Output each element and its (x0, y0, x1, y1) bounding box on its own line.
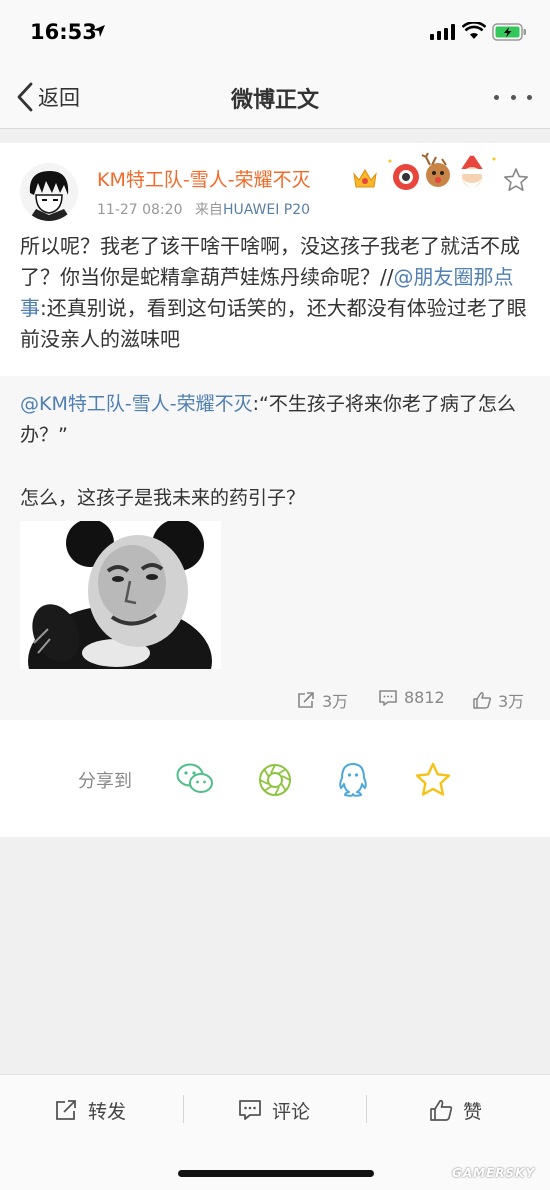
watermark-text: GAMERSKY (452, 1166, 536, 1180)
repost-icon (298, 692, 314, 708)
moments-icon[interactable] (257, 762, 293, 798)
post-text-part2: :还真别说，看到这句话笑的，还大都没有体验过老了眼前没亲人的滋味吧 (20, 296, 527, 351)
repost-button[interactable]: 转发 (54, 1095, 126, 1125)
share-label: 分享到 (78, 771, 132, 792)
repost-mention-link[interactable]: @KM特工队-雪人-荣耀不灭 (20, 393, 253, 415)
avatar[interactable] (20, 163, 78, 221)
more-dot-icon (510, 94, 516, 100)
thumbs-up-icon (473, 692, 492, 709)
favorite-share-icon[interactable] (415, 762, 451, 798)
favorite-star-icon[interactable] (503, 167, 529, 193)
location-arrow-icon (93, 25, 105, 37)
repost-count-stat[interactable]: 3万 (296, 688, 348, 712)
source-prefix: 来自 (194, 202, 223, 218)
comment-icon (239, 1100, 261, 1120)
christmas-badge-icon (388, 150, 496, 190)
comment-label: 评论 (272, 1100, 311, 1123)
more-dot-icon (494, 94, 499, 100)
status-time: 16:53 (30, 20, 97, 44)
repost-text: @KM特工队-雪人-荣耀不灭:“不生孩子将来你老了病了怎么办？” (20, 389, 532, 451)
repost-icon (56, 1100, 76, 1120)
bottom-toolbar: 转发 评论 赞 GAMERSKY (0, 1074, 550, 1190)
like-count-stat[interactable]: 3万 (472, 688, 524, 712)
status-bar: 16:53 (0, 0, 550, 66)
comment-count: 8812 (404, 688, 445, 707)
post-card: KM特工队-雪人-荣耀不灭 11-27 08:20 来自HUAWEI P20 所… (0, 143, 550, 720)
toolbar-divider (366, 1095, 367, 1123)
wechat-icon[interactable] (176, 762, 214, 796)
qq-icon[interactable] (337, 762, 369, 798)
stats-row: 3万 8812 3万 (0, 688, 550, 712)
repost-area[interactable]: @KM特工队-雪人-荣耀不灭:“不生孩子将来你老了病了怎么办？” 怎么，这孩子是… (0, 376, 550, 720)
more-dot-icon (527, 94, 532, 100)
comment-icon (379, 689, 397, 706)
share-row: 分享到 (0, 720, 550, 837)
repost-count: 3万 (322, 692, 349, 711)
thumbs-up-icon (430, 1099, 453, 1121)
like-count: 3万 (498, 692, 525, 711)
panda-meme-image (20, 521, 221, 669)
like-label: 赞 (463, 1100, 483, 1123)
cellular-signal-icon (430, 24, 455, 40)
battery-icon (492, 23, 526, 41)
like-button[interactable]: 赞 (429, 1095, 482, 1125)
avatar-image (20, 163, 78, 221)
vip-crown-icon (353, 169, 377, 188)
toolbar-divider (183, 1095, 184, 1123)
post-source: HUAWEI P20 (222, 202, 311, 218)
nav-bar: 返回 微博正文 (0, 66, 550, 129)
meme-image[interactable] (20, 521, 221, 669)
more-options-button[interactable] (494, 84, 532, 110)
username[interactable]: KM特工队-雪人-荣耀不灭 (97, 165, 311, 192)
comment-count-stat[interactable]: 8812 (378, 688, 445, 707)
post-meta: 11-27 08:20 来自HUAWEI P20 (97, 199, 310, 219)
comment-button[interactable]: 评论 (238, 1095, 310, 1125)
post-time: 11-27 08:20 (97, 202, 183, 218)
home-indicator[interactable] (178, 1170, 374, 1177)
wifi-icon (462, 22, 486, 39)
page-title: 微博正文 (230, 88, 319, 113)
repost-label: 转发 (88, 1100, 127, 1123)
repost-text-second: 怎么，这孩子是我未来的药引子？ (20, 487, 306, 509)
post-text: 所以呢？我老了该干啥干啥啊，没这孩子我老了就活不成了？你当你是蛇精拿葫芦娃炼丹续… (20, 231, 532, 355)
